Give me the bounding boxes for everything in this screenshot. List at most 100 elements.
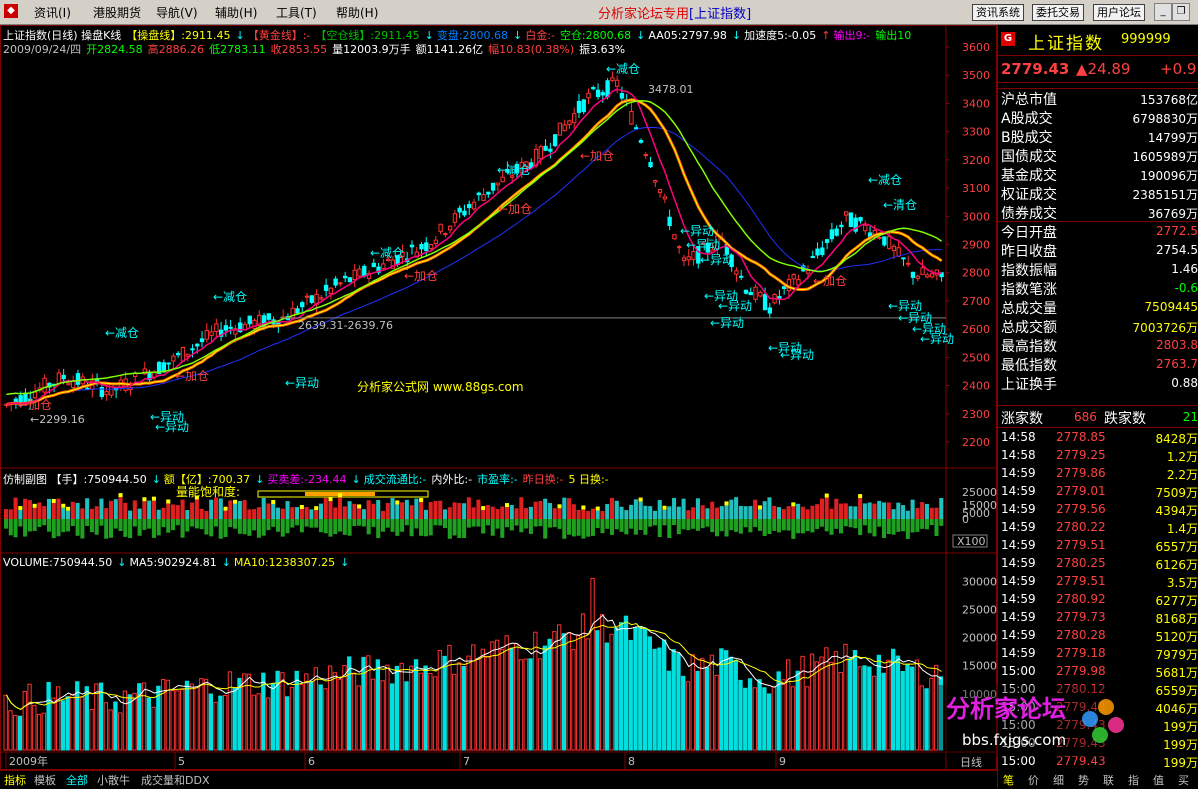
panel-tab[interactable]: 势: [1078, 772, 1089, 788]
volume-bar: [828, 661, 834, 751]
quote-stat-row: 国债成交 1605989万: [998, 146, 1198, 165]
candle-body: [352, 269, 357, 280]
volume-bar: [609, 633, 614, 751]
volume-bar: [547, 638, 552, 751]
menu-assist[interactable]: 辅助(H): [215, 4, 257, 21]
sub1-bar: [595, 510, 600, 519]
panel-tab[interactable]: 价: [1028, 772, 1039, 788]
tick-row[interactable]: 14:59 2779.56 4394万: [998, 501, 1198, 519]
volume-bar: [490, 641, 495, 751]
sub1-bar: [562, 497, 567, 519]
quote-stat-value: -0.6: [1174, 281, 1198, 295]
sub1-bar: [571, 504, 576, 519]
menu-tools[interactable]: 工具(T): [276, 4, 317, 21]
header-segment: ↓: [151, 473, 161, 486]
candle-body: [548, 148, 553, 152]
sub1-bar-neg: [557, 519, 562, 529]
sub1-bar-neg: [896, 519, 901, 532]
tick-row[interactable]: 14:59 2779.86 2.2万: [998, 465, 1198, 483]
menu-navigate[interactable]: 导航(V): [156, 4, 198, 21]
sub1-bar: [633, 499, 638, 519]
news-system-button[interactable]: 资讯系统: [972, 4, 1024, 21]
y-axis-label: 2600: [962, 323, 990, 336]
volume-bar: [70, 693, 75, 751]
tab-all[interactable]: 全部: [66, 772, 88, 788]
sub1-y-label: 0: [962, 513, 969, 526]
sub1-bar-neg: [75, 519, 80, 536]
tick-row[interactable]: 14:59 2780.22 1.4万: [998, 519, 1198, 537]
volume-bar: [824, 647, 829, 751]
app-icon[interactable]: ◆: [4, 4, 18, 18]
tab-small-bull[interactable]: 小散牛: [97, 772, 130, 788]
sub1-bar-cap: [338, 493, 343, 498]
tick-row[interactable]: 14:58 2779.25 1.2万: [998, 447, 1198, 465]
tab-indicator[interactable]: 指标: [4, 772, 26, 788]
sub1-bar: [910, 499, 915, 519]
panel-tab[interactable]: 笔: [1003, 772, 1014, 788]
tab-volume-ddx[interactable]: 成交量和DDX: [141, 772, 209, 788]
y-axis-label: 2700: [962, 295, 990, 308]
candle-body: [610, 77, 615, 81]
sub1-bar-neg: [457, 519, 462, 538]
header-segment: 额1141.26亿: [415, 43, 484, 56]
volume-bar: [795, 670, 800, 751]
sub1-bar-neg: [447, 519, 452, 539]
signal-annotation: ←异动: [680, 224, 714, 238]
sub1-bar: [547, 503, 553, 519]
volume-bar: [786, 659, 791, 751]
signal-annotation: ←加仓: [580, 149, 614, 163]
sub1-bar: [834, 498, 839, 519]
candle-body: [605, 80, 610, 98]
tick-row[interactable]: 14:59 2779.51 3.5万: [998, 573, 1198, 591]
sub1-bar: [824, 497, 829, 519]
volume-bar: [838, 672, 843, 751]
candle-body: [891, 245, 897, 252]
tick-row[interactable]: 14:59 2780.25 6126万: [998, 555, 1198, 573]
tick-row[interactable]: 14:58 2778.85 8428万: [998, 429, 1198, 447]
tick-price: 2779.25: [1056, 448, 1106, 462]
volume-bar: [771, 686, 777, 751]
menu-news[interactable]: 资讯(I): [34, 4, 71, 21]
sub1-bar: [757, 509, 762, 519]
tab-template[interactable]: 模板: [34, 772, 56, 788]
sub1-bar-cap: [61, 503, 66, 508]
volume-bar: [370, 678, 376, 751]
trade-button[interactable]: 委托交易: [1032, 4, 1084, 21]
volume-bar: [79, 696, 85, 751]
sub1-bar: [37, 502, 42, 519]
sub1-bar: [13, 497, 18, 519]
sub1-bar: [557, 508, 562, 519]
tick-row[interactable]: 14:59 2779.51 6557万: [998, 537, 1198, 555]
restore-button[interactable]: ❐: [1172, 3, 1190, 21]
sub1-bar: [271, 503, 276, 519]
forum-button[interactable]: 用户论坛: [1093, 4, 1145, 21]
sub1-bar-neg: [161, 519, 166, 528]
panel-tab[interactable]: 买: [1178, 772, 1189, 788]
panel-tab[interactable]: 指: [1128, 772, 1139, 788]
volume-bar: [666, 670, 672, 751]
panel-tab[interactable]: 值: [1153, 772, 1164, 788]
tick-row[interactable]: 14:59 2779.73 8168万: [998, 609, 1198, 627]
sub1-bar-neg: [905, 519, 910, 539]
tick-row[interactable]: 14:59 2779.01 7509万: [998, 483, 1198, 501]
candle-body: [906, 262, 911, 265]
candle-body: [171, 355, 176, 362]
volume-bar: [595, 630, 600, 751]
menu-help[interactable]: 帮助(H): [336, 4, 378, 21]
panel-tab[interactable]: 联: [1103, 772, 1114, 788]
panel-tab[interactable]: 细: [1053, 772, 1064, 788]
kline-chart[interactable]: 3600 3500 3400 3300 3200 3100 3000 2900 2800 2700…: [0, 25, 997, 770]
chart-area[interactable]: 3600 3500 3400 3300 3200 3100 3000 2900 2800 2700…: [0, 25, 997, 770]
sub1-bar-neg: [428, 519, 433, 536]
sub1-bar-neg: [8, 519, 13, 536]
menu-hk-futures[interactable]: 港股期货: [93, 4, 141, 21]
volume-bar: [461, 665, 466, 751]
minimize-button[interactable]: _: [1154, 3, 1172, 21]
tick-row[interactable]: 15:00 2779.98 5681万: [998, 663, 1198, 681]
tick-row[interactable]: 14:59 2780.28 5120万: [998, 627, 1198, 645]
volume-bar: [814, 661, 820, 751]
tick-row[interactable]: 14:59 2780.92 6277万: [998, 591, 1198, 609]
sub1-bar: [538, 500, 543, 519]
sub1-bar-cap: [395, 500, 400, 505]
tick-row[interactable]: 14:59 2779.18 7979万: [998, 645, 1198, 663]
